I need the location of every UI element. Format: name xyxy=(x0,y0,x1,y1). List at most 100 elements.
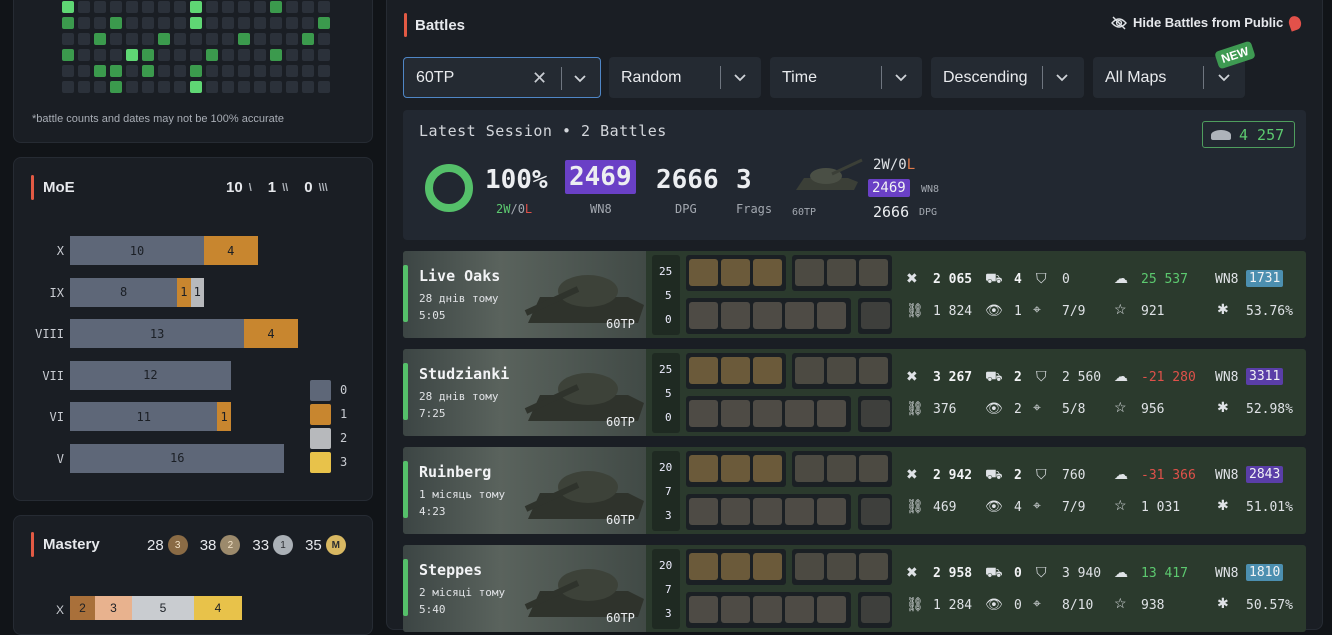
battle-row[interactable]: Ruinberg 1 місяць тому 4:23 60TP 20 7 3 … xyxy=(403,447,1306,534)
damage-value: 3 267 xyxy=(933,370,973,385)
star-icon: ☆ xyxy=(1114,301,1127,317)
assist-value: 1 824 xyxy=(933,304,973,319)
consumable-icon xyxy=(689,357,718,384)
sort-filter-value: Time xyxy=(782,68,817,86)
pin-icon xyxy=(1287,13,1304,32)
session-wn8: 2469 xyxy=(565,160,636,194)
heatmap-cell xyxy=(286,65,298,77)
heatmap-cell xyxy=(238,65,250,77)
battle-row[interactable]: Live Oaks 28 днів тому 5:05 60TP 25 5 0 … xyxy=(403,251,1306,338)
mastery-title: Mastery xyxy=(43,536,100,553)
moe-y-tick: VI xyxy=(49,410,64,424)
provision-icon xyxy=(859,553,888,580)
heatmap-cell xyxy=(302,33,314,45)
mastery-count-1: 33 xyxy=(252,536,270,554)
crosshair-icon: ⌖ xyxy=(1033,301,1041,317)
provision-icon xyxy=(795,553,824,580)
ach-value: 0 xyxy=(665,411,672,424)
ach-value: 0 xyxy=(665,313,672,326)
equipment-icon xyxy=(785,400,814,427)
hide-battles-toggle[interactable]: Hide Battles from Public xyxy=(1111,13,1304,32)
heatmap-cell xyxy=(174,65,186,77)
tank-filter[interactable]: 60TP ✕ xyxy=(403,57,601,98)
chevron-down-icon[interactable] xyxy=(894,70,908,84)
equipment-icon xyxy=(721,302,750,329)
ach-value: 5 xyxy=(665,289,672,302)
heatmap-cell xyxy=(254,49,266,61)
xp-value: 921 xyxy=(1141,304,1165,319)
sort-filter[interactable]: Time xyxy=(770,57,922,98)
clear-icon[interactable]: ✕ xyxy=(532,68,547,89)
heatmap-cell xyxy=(270,49,282,61)
moe-bar-segment: 12 xyxy=(70,360,231,390)
spots-icon: ⛟ xyxy=(985,270,1003,286)
heatmap-cell xyxy=(190,1,202,13)
heatmap-cell xyxy=(302,1,314,13)
battle-duration: 5:05 xyxy=(419,309,446,322)
map-name: Studzianki xyxy=(419,365,510,383)
moe-count-1: 10 xyxy=(226,179,243,196)
credits-value: -21 280 xyxy=(1141,370,1196,385)
battles-accent xyxy=(404,13,407,37)
ach-value: 7 xyxy=(665,583,672,596)
heatmap-cell xyxy=(222,81,234,93)
wn8-badge: 1810 xyxy=(1246,564,1284,581)
snowflake-icon: ✱ xyxy=(1217,399,1229,415)
mastery-badge-3-icon: 3 xyxy=(167,535,188,555)
mastery-badge-1-icon: 1 xyxy=(273,535,294,555)
winrate-value: 51.01% xyxy=(1246,500,1293,515)
battle-row[interactable]: Studzianki 28 днів тому 7:25 60TP 25 5 0… xyxy=(403,349,1306,436)
tank-name: 60TP xyxy=(606,317,635,331)
heatmap-cell xyxy=(78,33,90,45)
heatmap-cell xyxy=(190,81,202,93)
moe-legend-swatch xyxy=(310,380,331,401)
credits-icon: ☁ xyxy=(1114,270,1128,286)
heatmap-cell xyxy=(286,17,298,29)
blocked-value: 2 560 xyxy=(1062,370,1102,385)
wn8-label: WN8 xyxy=(1215,370,1239,385)
heatmap-cell xyxy=(94,81,106,93)
heatmap-cell xyxy=(62,33,74,45)
moe-y-tick: IX xyxy=(49,285,64,300)
heatmap-cell xyxy=(126,33,138,45)
credits-icon: ☁ xyxy=(1114,368,1128,384)
credits-icon xyxy=(1211,129,1231,140)
equipment-icon xyxy=(721,498,750,525)
mode-filter[interactable]: Random xyxy=(609,57,761,98)
heatmap-cell xyxy=(174,33,186,45)
heatmap-cell xyxy=(62,81,74,93)
consumable-icon xyxy=(721,357,750,384)
provision-icon xyxy=(859,455,888,482)
assist-value: 376 xyxy=(933,402,957,417)
ach-value: 3 xyxy=(665,607,672,620)
wn8-badge: 2843 xyxy=(1246,466,1284,483)
heatmap-cell xyxy=(206,49,218,61)
tank-name: 60TP xyxy=(606,415,635,429)
session-tank-wn8: 2469 xyxy=(868,179,910,197)
chevron-down-icon[interactable] xyxy=(1217,70,1231,84)
provision-icon xyxy=(827,259,856,286)
consumable-icon xyxy=(689,553,718,580)
heatmap-cell xyxy=(142,49,154,61)
moe-card: MoE 10 \ 1 \\ 0 \\\ X 10 4 IX 8 1 1 VIII 13 4 VII 1… xyxy=(13,157,373,501)
chevron-down-icon[interactable] xyxy=(573,71,587,85)
heatmap-cell xyxy=(222,49,234,61)
equipment-icon xyxy=(689,498,718,525)
moe-count-3: 0 xyxy=(304,179,313,196)
heatmap-cell xyxy=(286,33,298,45)
battle-row[interactable]: Steppes 2 місяці тому 5:40 60TP 20 7 3 ✖… xyxy=(403,545,1306,632)
session-tank-wn8-label: WN8 xyxy=(921,184,940,195)
kills-value: 4 xyxy=(1014,272,1022,287)
session-tank-wl-w: 2W xyxy=(873,157,890,173)
credits-value: 25 537 xyxy=(1141,272,1188,287)
hits-value: 5/8 xyxy=(1062,402,1086,417)
heatmap-cell xyxy=(270,65,282,77)
order-filter[interactable]: Descending xyxy=(931,57,1084,98)
tank-icon xyxy=(796,158,863,190)
chevron-down-icon[interactable] xyxy=(1055,70,1069,84)
heatmap-cell xyxy=(270,81,282,93)
spotted-value: 2 xyxy=(1014,402,1022,417)
chevron-down-icon[interactable] xyxy=(733,70,747,84)
moe-count-2: 1 xyxy=(267,179,277,196)
mastery-accent xyxy=(31,532,34,557)
